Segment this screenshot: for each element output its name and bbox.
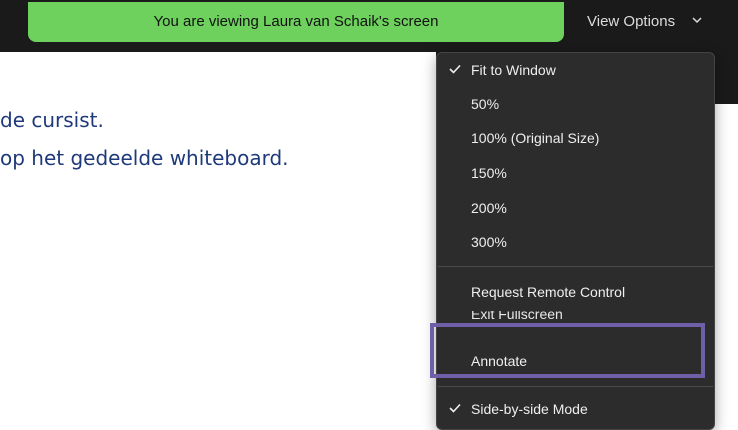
- menu-item-fit-to-window[interactable]: Fit to Window: [437, 53, 714, 87]
- checkmark-icon: [449, 403, 461, 413]
- menu-item-zoom-300[interactable]: 300%: [437, 225, 714, 259]
- viewing-banner: You are viewing Laura van Schaik's scree…: [28, 2, 564, 42]
- menu-item-zoom-150[interactable]: 150%: [437, 156, 714, 190]
- menu-item-exit-fullscreen[interactable]: Exit Fullscreen: [437, 311, 714, 321]
- menu-item-label: Request Remote Control: [471, 284, 626, 300]
- menu-item-zoom-200[interactable]: 200%: [437, 191, 714, 225]
- view-options-button[interactable]: View Options: [571, 2, 711, 42]
- menu-item-request-remote-control[interactable]: Request Remote Control: [437, 275, 714, 309]
- menu-separator: [438, 266, 713, 267]
- menu-item-label: Side-by-side Mode: [471, 401, 588, 417]
- menu-item-label: 150%: [471, 165, 507, 181]
- menu-item-zoom-50[interactable]: 50%: [437, 87, 714, 121]
- document-text-line: op het gedeelde whiteboard.: [0, 146, 289, 170]
- checkmark-icon: [449, 64, 461, 74]
- menu-item-zoom-100[interactable]: 100% (Original Size): [437, 121, 714, 155]
- menu-item-label: 300%: [471, 234, 507, 250]
- chevron-down-icon: [692, 17, 702, 24]
- menu-item-label: 200%: [471, 200, 507, 216]
- menu-item-side-by-side-mode[interactable]: Side-by-side Mode: [437, 392, 714, 426]
- menu-item-label: 50%: [471, 96, 500, 112]
- menu-separator: [438, 386, 713, 387]
- menu-item-label: 100% (Original Size): [471, 130, 600, 146]
- menu-item-label: Fit to Window: [471, 62, 556, 78]
- annotate-highlight-box: [430, 323, 705, 378]
- menu-item-label: Exit Fullscreen: [471, 311, 563, 321]
- document-text-line: de cursist.: [0, 108, 104, 132]
- view-options-label: View Options: [587, 13, 676, 30]
